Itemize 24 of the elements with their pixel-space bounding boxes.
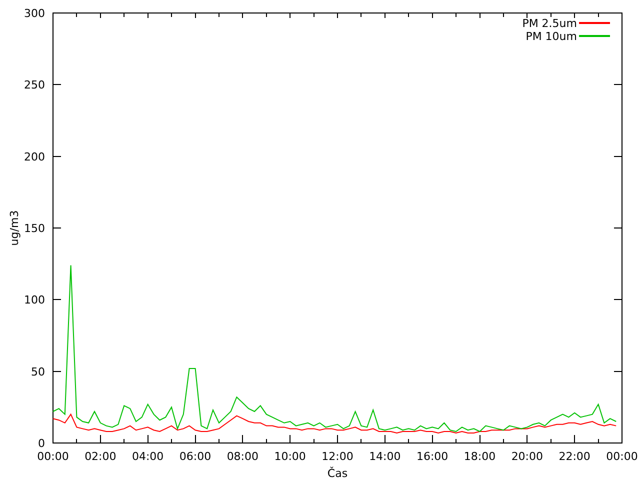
tick-label: 250 (24, 78, 45, 92)
tick-label: 02:00 (84, 450, 116, 463)
tick-label: 04:00 (132, 450, 164, 463)
tick-label: 150 (24, 222, 45, 235)
axis-title: ug/m3 (8, 210, 21, 246)
tick-label: 50 (31, 365, 45, 378)
legend-label: PM 10um (526, 30, 577, 43)
tick-label: 16:00 (416, 450, 448, 463)
tick-label: 20:00 (511, 450, 544, 463)
tick-label: 14:00 (369, 450, 401, 463)
tick-label: 08:00 (226, 450, 259, 463)
tick-label: 100 (24, 294, 45, 307)
axis-title: Čas (327, 467, 348, 480)
tick-label: 06:00 (179, 450, 212, 463)
tick-label: 10:00 (274, 450, 306, 463)
tick-label: 200 (24, 150, 45, 164)
tick-label: 300 (24, 7, 45, 20)
tick-label: 22:00 (558, 450, 590, 463)
tick-label: 00:00 (37, 450, 69, 463)
legend-label: PM 2.5um (522, 17, 577, 30)
tick-label: 18:00 (464, 450, 496, 463)
tick-label: 12:00 (322, 450, 354, 463)
tick-label: 00:00 (606, 450, 638, 463)
tick-label: 0 (38, 437, 45, 450)
